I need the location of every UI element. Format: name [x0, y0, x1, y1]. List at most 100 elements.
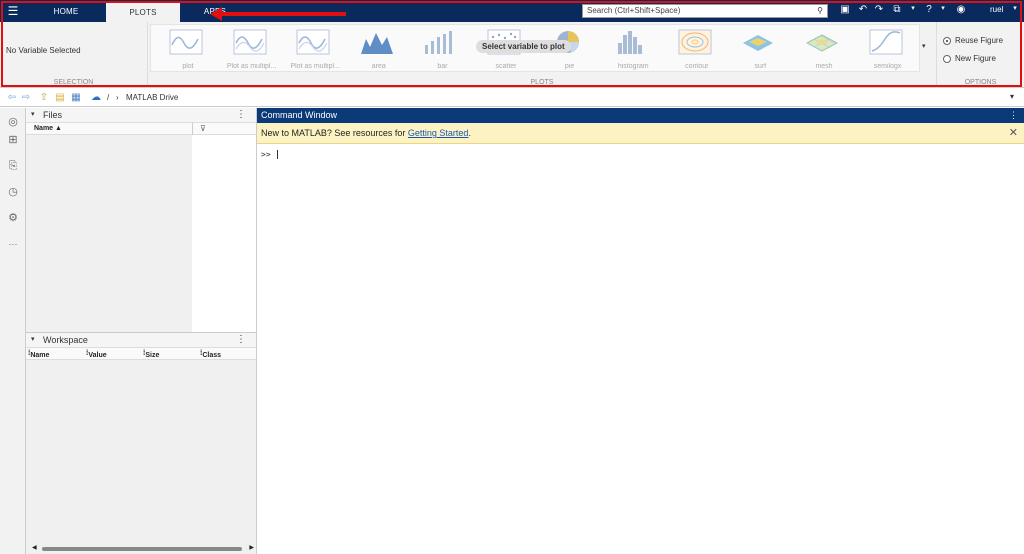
scroll-right-icon[interactable]: ▶: [249, 544, 254, 551]
source-control-icon[interactable]: ⎘: [5, 158, 21, 174]
semilogx-icon: [869, 29, 903, 55]
plot-gallery-item-area[interactable]: area: [344, 29, 404, 73]
add-ons-icon[interactable]: ⚙: [5, 210, 21, 226]
workspace-panel-title: Workspace: [43, 335, 88, 345]
browse-folder-icon[interactable]: ▤: [54, 92, 66, 104]
column-options-icon[interactable]: ⊽: [200, 124, 206, 133]
command-window-menu-icon[interactable]: ⋮: [1009, 108, 1018, 123]
workspace-panel-header: ▾ Workspace ⋮: [26, 333, 256, 348]
value-column-header[interactable]: ⁞ Value: [86, 350, 107, 359]
forward-icon[interactable]: ⇨: [20, 92, 32, 104]
scrollbar-thumb[interactable]: [42, 547, 242, 551]
no-variable-selected-text: No Variable Selected: [6, 46, 81, 55]
hamburger-menu-icon[interactable]: ☰: [0, 0, 26, 22]
files-panel-menu-icon[interactable]: ⋮: [236, 109, 246, 120]
history-icon[interactable]: ◷: [5, 184, 21, 200]
plot-gallery-item-label: scatter: [495, 63, 517, 70]
bar-plot-icon: [423, 29, 457, 55]
selection-section-label: SELECTION: [53, 79, 94, 86]
up-folder-icon[interactable]: ⇧: [38, 92, 50, 104]
search-icon[interactable]: ⚲: [817, 5, 823, 17]
new-folder-icon[interactable]: ▦: [70, 92, 82, 104]
user-dropdown-icon[interactable]: ▾: [1008, 4, 1022, 12]
files-column-header: Name ▲ ⊽: [26, 123, 256, 135]
help-icon[interactable]: ?: [922, 4, 936, 15]
name-column-header[interactable]: ⁞ Name: [28, 350, 49, 359]
multi-line-plot-icon: [233, 29, 267, 55]
workspace-panel-icon[interactable]: ⊞: [5, 132, 21, 148]
banner-end: .: [468, 128, 471, 138]
plot-gallery-item-label: pie: [564, 63, 575, 70]
new-figure-radio[interactable]: New Figure: [943, 54, 996, 63]
workspace-horizontal-scrollbar[interactable]: ◀ ▶: [32, 544, 254, 552]
save-icon[interactable]: ▣: [838, 4, 852, 15]
collapse-chevron-icon[interactable]: ▾: [31, 335, 35, 343]
getting-started-link[interactable]: Getting Started: [408, 128, 469, 138]
workspace-panel-menu-icon[interactable]: ⋮: [236, 334, 246, 345]
name-column-header[interactable]: Name ▲: [34, 125, 62, 132]
banner-text: New to MATLAB? See resources for: [261, 128, 408, 138]
search-input[interactable]: Search (Ctrl+Shift+Space) ⚲: [582, 4, 828, 18]
files-panel-title: Files: [43, 110, 63, 120]
plot-gallery-item-label: histogram: [617, 63, 649, 70]
user-icon[interactable]: ◉: [954, 4, 968, 15]
options-section: Reuse Figure New Figure OPTIONS: [936, 22, 1024, 88]
class-column-header[interactable]: ⁞ Class: [200, 350, 221, 359]
matlab-online-window: ☰ HOME PLOTS APPS Search (Ctrl+Shift+Spa…: [0, 0, 1024, 554]
plot-gallery-item-label: Plot as multipl...: [226, 63, 277, 70]
plot-gallery-item-plot[interactable]: plot: [153, 29, 213, 73]
histogram-icon: [614, 29, 648, 55]
plot-gallery-item-semilogx[interactable]: semilogx: [853, 29, 913, 73]
files-panel-header: ▾ Files ⋮: [26, 108, 256, 123]
plot-gallery-item-surf[interactable]: surf: [725, 29, 785, 73]
redo-icon[interactable]: ↷: [872, 4, 886, 15]
line-plot-icon: [169, 29, 203, 55]
layout-icon[interactable]: ⧉: [890, 4, 904, 15]
address-dropdown-icon[interactable]: ▾: [1010, 92, 1014, 101]
plot-gallery-item-label: contour: [685, 63, 709, 70]
plot-gallery-item-contour[interactable]: contour: [662, 29, 722, 73]
value-column-label: Value: [88, 352, 107, 359]
scroll-left-icon[interactable]: ◀: [32, 544, 37, 551]
top-bar: ☰ HOME PLOTS APPS Search (Ctrl+Shift+Spa…: [0, 0, 1024, 22]
plot-gallery-item-label: semilogx: [873, 63, 902, 70]
tab-home[interactable]: HOME: [26, 0, 106, 22]
files-list[interactable]: [26, 135, 192, 332]
collapse-chevron-icon[interactable]: ▾: [31, 110, 35, 118]
plot-gallery-item-plot-as-multipl[interactable]: Plot as multipl...: [217, 29, 277, 73]
plot-gallery-item-label: bar: [437, 63, 448, 70]
files-panel-icon[interactable]: ◎: [5, 114, 21, 130]
class-column-label: Class: [202, 352, 222, 359]
help-dropdown-icon[interactable]: ▾: [936, 4, 950, 12]
plot-gallery-item-label: plot: [182, 63, 194, 70]
size-column-header[interactable]: ⁞ Size: [143, 350, 159, 359]
plot-gallery-item-histogram[interactable]: histogram: [598, 29, 658, 73]
command-window[interactable]: Command Window ⋮ New to MATLAB? See reso…: [257, 108, 1024, 554]
plot-gallery-item-bar[interactable]: bar: [407, 29, 467, 73]
plot-gallery-item-mesh[interactable]: mesh: [789, 29, 849, 73]
mesh-icon: [805, 29, 839, 55]
workspace-panel: ▾ Workspace ⋮ ⁞ Name ⁞ Value ⁞ Size ⁞ Class …: [26, 332, 257, 554]
reuse-figure-label: Reuse Figure: [955, 36, 1004, 45]
back-icon[interactable]: ⇦: [6, 92, 18, 104]
reuse-figure-radio[interactable]: Reuse Figure: [943, 36, 1003, 45]
close-banner-icon[interactable]: ✕: [1009, 123, 1018, 144]
path-chevron-icon: ›: [116, 93, 119, 102]
tab-plots[interactable]: PLOTS: [106, 2, 180, 22]
multi-line-plot-icon: [296, 29, 330, 55]
more-panels-icon[interactable]: ···: [5, 236, 21, 252]
plot-gallery-item-label: surf: [754, 63, 767, 70]
layout-dropdown-icon[interactable]: ▾: [906, 4, 920, 12]
cloud-drive-icon[interactable]: ☁: [90, 92, 102, 104]
plot-gallery-item-plot-as-multipl[interactable]: Plot as multipl...: [280, 29, 340, 73]
gallery-expand-icon[interactable]: ▾: [922, 42, 926, 50]
command-prompt[interactable]: >>: [261, 150, 278, 159]
plots-ribbon: No Variable Selected SELECTION plot Plot …: [0, 22, 1024, 88]
undo-icon[interactable]: ↶: [856, 4, 870, 15]
command-window-header: Command Window ⋮: [257, 108, 1024, 123]
current-folder-path[interactable]: MATLAB Drive: [126, 93, 178, 102]
user-name[interactable]: ruel: [990, 5, 1003, 14]
files-panel: ▾ Files ⋮ Name ▲ ⊽: [26, 108, 257, 332]
search-placeholder: Search (Ctrl+Shift+Space): [587, 6, 681, 15]
plots-section: plot Plot as multipl... Plot as multipl...…: [150, 22, 934, 88]
